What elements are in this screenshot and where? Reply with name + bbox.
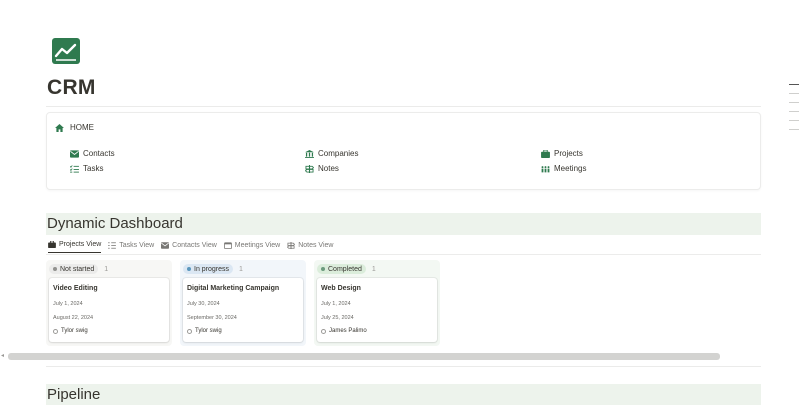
envelope-icon [161,241,170,249]
status-label: In progress [194,265,230,273]
tab-label: Projects View [59,241,102,248]
status-dot [187,267,191,271]
tab-tasks-view[interactable]: Tasks View [108,241,154,253]
signpost-icon [287,241,296,249]
owner-name: James Palimo [329,328,367,334]
dashboard-heading: Dynamic Dashboard [46,213,761,235]
avatar [53,328,58,334]
project-card[interactable]: Web Design July 1, 2024 July 25, 2024 Ja… [317,278,437,342]
home-label: HOME [70,123,94,132]
board-column-in-progress: In progress 1 Digital Marketing Campaign… [180,260,306,346]
section-divider [46,366,761,367]
nav-tasks[interactable]: Tasks [70,164,103,173]
page-title: CRM [47,76,96,99]
avatar [321,328,326,334]
tab-contacts-view[interactable]: Contacts View [161,241,217,253]
home-navigation-card: HOME Contacts Companies Projects Tasks N… [46,112,761,190]
avatar [187,328,192,334]
tab-projects-view[interactable]: Projects View [48,241,102,253]
briefcase-icon [48,241,56,248]
nav-label: Meetings [554,164,587,173]
owner-name: Tylor swig [195,328,222,334]
home-header[interactable]: HOME [55,123,94,132]
card-owner: Tylor swig [53,328,88,334]
status-badge: In progress [183,264,234,274]
checklist-icon [70,164,79,173]
nav-projects[interactable]: Projects [541,149,583,158]
column-header[interactable]: Not started 1 [49,264,108,274]
envelope-icon [70,149,79,158]
card-start-date: July 1, 2024 [321,301,351,307]
column-count: 1 [104,265,109,273]
title-divider [46,106,761,107]
horizontal-scrollbar[interactable] [8,353,720,360]
signpost-icon [305,164,314,173]
nav-contacts[interactable]: Contacts [70,149,115,158]
status-dot [321,267,325,271]
nav-companies[interactable]: Companies [305,149,358,158]
card-end-date: August 22, 2024 [53,315,94,321]
tab-meetings-view[interactable]: Meetings View [223,241,281,253]
tab-label: Meetings View [234,241,281,249]
tab-label: Tasks View [119,241,155,249]
card-owner: Tylor swig [187,328,222,334]
chart-line-icon[interactable] [52,38,80,64]
board-column-not-started: Not started 1 Video Editing July 1, 2024… [46,260,172,346]
status-label: Not started [60,265,95,273]
column-header[interactable]: Completed 1 [317,264,376,274]
pipeline-heading-text: Pipeline [47,386,101,403]
tab-notes-view[interactable]: Notes View [287,241,333,253]
card-title: Video Editing [53,285,98,292]
pipeline-heading: Pipeline [46,384,761,405]
card-end-date: September 30, 2024 [187,315,237,321]
scroll-left-arrow-icon[interactable]: ◂ [1,352,4,359]
view-tabs: Projects View Tasks View Contacts View M… [48,241,333,253]
briefcase-icon [541,149,550,158]
board-column-completed: Completed 1 Web Design July 1, 2024 July… [314,260,440,346]
page-outline[interactable] [789,84,799,138]
card-start-date: July 1, 2024 [53,301,83,307]
status-label: Completed [328,265,362,273]
status-dot [53,267,57,271]
nav-meetings[interactable]: Meetings [541,164,586,173]
status-badge: Not started [49,264,99,274]
nav-label: Notes [318,164,339,173]
nav-notes[interactable]: Notes [305,164,339,173]
status-badge: Completed [317,264,366,274]
owner-name: Tylor swig [61,328,88,334]
nav-label: Tasks [83,164,104,173]
tab-label: Notes View [298,241,334,249]
building-icon [305,149,314,158]
home-icon [55,123,64,132]
card-title: Digital Marketing Campaign [187,285,280,292]
calendar-icon [223,241,232,249]
checklist-icon [108,241,117,249]
people-icon [541,165,550,172]
project-card[interactable]: Video Editing July 1, 2024 August 22, 20… [49,278,169,342]
card-start-date: July 30, 2024 [187,301,220,307]
nav-label: Projects [554,149,583,158]
card-end-date: July 25, 2024 [321,315,354,321]
card-title: Web Design [321,285,361,292]
card-owner: James Palimo [321,328,367,334]
column-header[interactable]: In progress 1 [183,264,243,274]
column-count: 1 [239,265,243,273]
column-count: 1 [371,265,376,273]
tab-label: Contacts View [172,241,217,249]
project-card[interactable]: Digital Marketing Campaign July 30, 2024… [183,278,303,342]
view-tabs-divider [46,254,761,255]
nav-label: Contacts [83,149,115,158]
dashboard-heading-text: Dynamic Dashboard [47,215,183,232]
nav-label: Companies [318,149,359,158]
